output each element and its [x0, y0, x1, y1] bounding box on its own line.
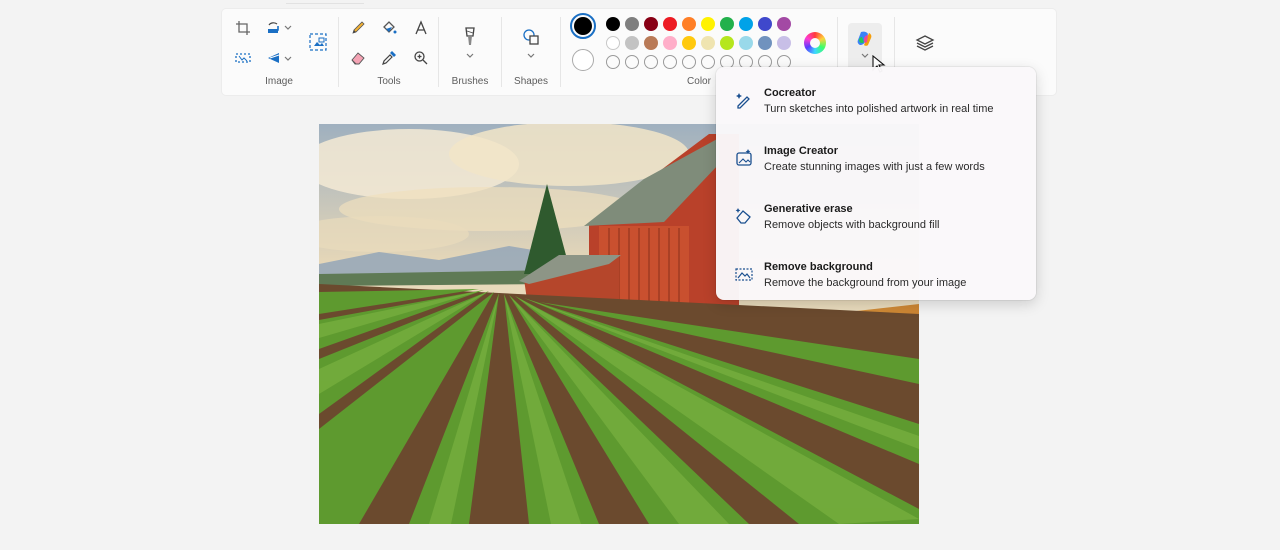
color-swatch[interactable] — [682, 36, 696, 50]
secondary-color-swatch[interactable] — [572, 49, 594, 71]
menu-item-title: Cocreator — [764, 87, 816, 99]
color-swatch[interactable] — [663, 17, 677, 31]
copilot-chevron-down-icon[interactable] — [861, 53, 869, 59]
custom-color-slot[interactable] — [625, 55, 639, 69]
color-swatch[interactable] — [625, 36, 639, 50]
copilot-icon[interactable] — [853, 27, 877, 51]
image-sparkle-icon — [736, 149, 752, 166]
rotate-chevron-down-icon[interactable] — [284, 25, 292, 31]
primary-color-selector[interactable] — [570, 13, 596, 39]
brushes-group-label: Brushes — [451, 76, 489, 87]
custom-color-slot[interactable] — [701, 55, 715, 69]
color-swatch[interactable] — [701, 36, 715, 50]
color-swatch[interactable] — [739, 17, 753, 31]
tools-group: Tools — [339, 9, 439, 95]
color-swatch[interactable] — [720, 36, 734, 50]
pencil-icon[interactable] — [346, 16, 370, 40]
shapes-icon[interactable] — [519, 25, 543, 49]
color-swatch[interactable] — [606, 17, 620, 31]
color-picker-icon[interactable] — [377, 46, 401, 70]
color-swatch[interactable] — [644, 36, 658, 50]
fill-bucket-icon[interactable] — [377, 16, 401, 40]
color-swatch[interactable] — [682, 17, 696, 31]
rotate-icon[interactable] — [262, 16, 286, 40]
eraser-icon[interactable] — [346, 46, 370, 70]
tab-hint — [286, 0, 364, 4]
resize-icon[interactable] — [231, 46, 255, 70]
menu-item-description: Remove the background from your image — [764, 277, 967, 289]
image-group: Image — [222, 9, 336, 95]
color-swatch[interactable] — [663, 36, 677, 50]
color-swatch[interactable] — [625, 17, 639, 31]
brush-icon[interactable] — [458, 25, 482, 49]
color-swatch[interactable] — [758, 17, 772, 31]
brushes-group[interactable]: Brushes — [439, 9, 501, 95]
tools-group-label: Tools — [377, 76, 401, 87]
menu-item-title: Generative erase — [764, 203, 853, 215]
brushes-chevron-down-icon[interactable] — [466, 53, 474, 59]
remove-background-icon — [735, 268, 753, 281]
flip-icon[interactable] — [262, 46, 286, 70]
color-swatch[interactable] — [739, 36, 753, 50]
color-swatch[interactable] — [644, 17, 658, 31]
image-group-label: Image — [265, 76, 293, 87]
menu-item-title: Remove background — [764, 261, 873, 273]
menu-item-generative-erase[interactable]: Generative erase Remove objects with bac… — [720, 187, 1032, 239]
eraser-sparkle-icon — [735, 208, 751, 224]
custom-color-slot[interactable] — [663, 55, 677, 69]
magnifier-icon[interactable] — [409, 46, 433, 70]
select-icon[interactable] — [306, 30, 330, 54]
custom-color-slot[interactable] — [682, 55, 696, 69]
copilot-dropdown-menu: Cocreator Turn sketches into polished ar… — [716, 67, 1036, 300]
title-strip — [0, 0, 1280, 6]
text-icon[interactable] — [409, 16, 433, 40]
custom-color-slot[interactable] — [606, 55, 620, 69]
layers-icon[interactable] — [913, 31, 937, 55]
shapes-group-label: Shapes — [514, 76, 548, 87]
custom-color-slot[interactable] — [644, 55, 658, 69]
shapes-chevron-down-icon[interactable] — [527, 53, 535, 59]
color-swatch[interactable] — [777, 17, 791, 31]
primary-color-swatch — [574, 17, 592, 35]
shapes-group[interactable]: Shapes — [502, 9, 560, 95]
color-swatch[interactable] — [777, 36, 791, 50]
menu-item-description: Remove objects with background fill — [764, 219, 940, 231]
color-swatch[interactable] — [758, 36, 772, 50]
menu-item-title: Image Creator — [764, 145, 838, 157]
edit-colors-icon[interactable] — [804, 32, 826, 54]
flip-chevron-down-icon[interactable] — [284, 56, 292, 62]
menu-item-remove-background[interactable]: Remove background Remove the background … — [720, 245, 1032, 297]
color-swatch[interactable] — [720, 17, 734, 31]
menu-item-cocreator[interactable]: Cocreator Turn sketches into polished ar… — [720, 71, 1032, 123]
menu-item-description: Create stunning images with just a few w… — [764, 161, 985, 173]
menu-item-description: Turn sketches into polished artwork in r… — [764, 103, 994, 115]
color-swatch[interactable] — [606, 36, 620, 50]
color-swatch[interactable] — [701, 17, 715, 31]
sparkle-pen-icon — [736, 93, 750, 109]
menu-item-image-creator[interactable]: Image Creator Create stunning images wit… — [720, 129, 1032, 181]
crop-icon[interactable] — [231, 16, 255, 40]
